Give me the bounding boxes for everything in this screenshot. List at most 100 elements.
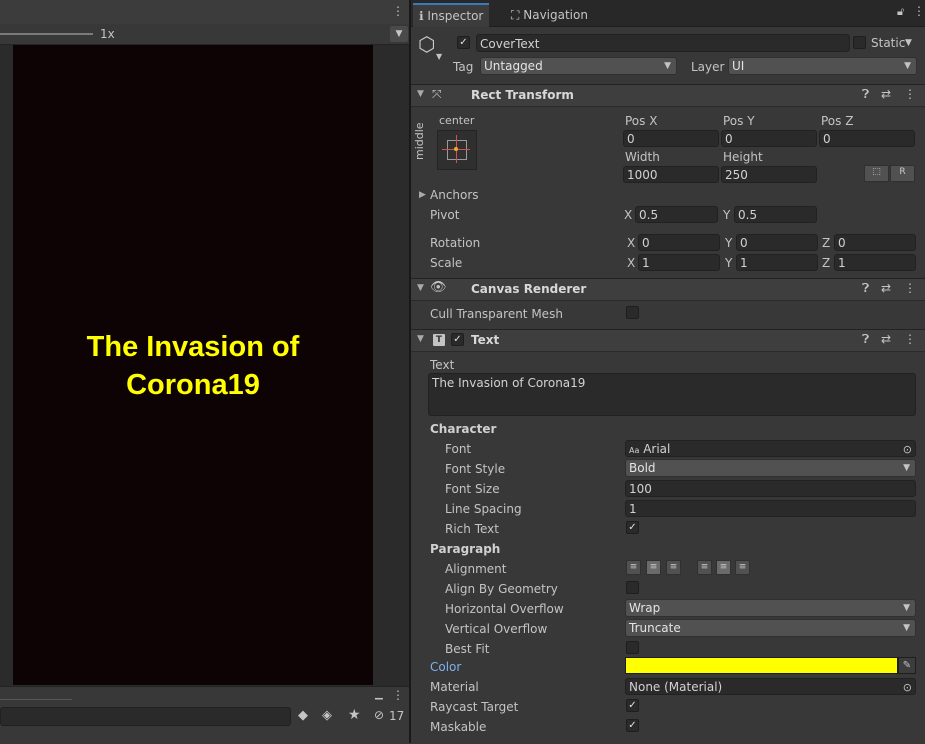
star-icon[interactable]: ★ xyxy=(348,707,361,723)
rotation-label: Rotation xyxy=(430,236,481,250)
pivot-y-axis-label: Y xyxy=(723,208,731,222)
scale-y-field[interactable]: 1 xyxy=(736,254,818,271)
help-icon[interactable]: ❓︎ xyxy=(862,281,869,296)
align-middle-button[interactable]: ≡ xyxy=(716,560,731,575)
font-field[interactable]: Aa Arial ⊙ xyxy=(625,440,916,457)
line-spacing-label: Line Spacing xyxy=(445,502,522,516)
scale-z-field[interactable]: 1 xyxy=(834,254,916,271)
maskable-checkbox[interactable]: ✓ xyxy=(626,719,639,732)
scale-x-field[interactable]: 1 xyxy=(638,254,720,271)
text-content-area[interactable]: The Invasion of Corona19 xyxy=(428,373,916,416)
anchors-label[interactable]: Anchors xyxy=(430,188,479,202)
tag-dropdown[interactable]: Untagged ▼ xyxy=(480,57,677,75)
text-component-header[interactable]: ▼ T ✓ Text ❓︎ ⇄ ⋮ xyxy=(411,329,925,352)
presets-icon[interactable]: ⇄ xyxy=(881,332,891,346)
label-icon[interactable]: ◈ xyxy=(322,708,332,723)
rotation-z-field[interactable]: 0 xyxy=(834,234,916,251)
rect-transform-icon: ⤧ xyxy=(432,87,442,101)
blueprint-mode-button[interactable]: ⬚ xyxy=(864,165,889,182)
width-field[interactable]: 1000 xyxy=(623,166,719,183)
search-input[interactable] xyxy=(0,707,291,726)
align-center-button[interactable]: ≡ xyxy=(646,560,661,575)
rotation-y-field[interactable]: 0 xyxy=(736,234,818,251)
foldout-arrow-icon[interactable]: ▼ xyxy=(417,283,424,293)
component-menu-icon[interactable]: ⋮ xyxy=(904,281,916,295)
line-spacing-field[interactable]: 1 xyxy=(625,500,916,517)
raw-edit-button[interactable]: R xyxy=(890,165,915,182)
rich-text-label: Rich Text xyxy=(445,522,499,536)
horizontal-overflow-label: Horizontal Overflow xyxy=(445,602,564,616)
foldout-arrow-icon[interactable]: ▼ xyxy=(417,334,424,344)
component-menu-icon[interactable]: ⋮ xyxy=(904,87,916,101)
chevron-down-icon: ▼ xyxy=(664,61,671,71)
help-icon[interactable]: ❓︎ xyxy=(862,87,869,102)
align-top-button[interactable]: ≡ xyxy=(697,560,712,575)
pos-y-field[interactable]: 0 xyxy=(721,130,817,147)
height-field[interactable]: 250 xyxy=(721,166,817,183)
chevron-down-icon: ▼ xyxy=(903,603,910,613)
tab-navigation[interactable]: ⛶ Navigation xyxy=(505,4,594,26)
info-icon: ℹ xyxy=(419,9,424,23)
scene-filter-icon[interactable]: ◆ xyxy=(298,708,308,723)
align-geometry-checkbox[interactable] xyxy=(626,581,639,594)
object-picker-icon[interactable]: ⊙ xyxy=(903,441,912,456)
anchors-foldout-icon[interactable]: ▶ xyxy=(419,190,426,200)
more-options-icon[interactable]: ⋮ xyxy=(913,4,925,18)
layer-dropdown[interactable]: UI ▼ xyxy=(728,57,917,75)
presets-icon[interactable]: ⇄ xyxy=(881,281,891,295)
raycast-target-label: Raycast Target xyxy=(430,700,519,714)
material-field[interactable]: None (Material) ⊙ xyxy=(625,678,916,695)
layer-value: UI xyxy=(732,59,745,73)
rich-text-checkbox[interactable]: ✓ xyxy=(626,521,639,534)
eyedropper-icon[interactable]: ✎ xyxy=(898,657,916,674)
navigation-icon: ⛶ xyxy=(511,8,520,22)
align-right-button[interactable]: ≡ xyxy=(666,560,681,575)
pos-x-label: Pos X xyxy=(625,114,658,128)
object-name-input[interactable]: CoverText xyxy=(476,34,850,52)
raycast-target-checkbox[interactable]: ✓ xyxy=(626,699,639,712)
static-dropdown-arrow[interactable]: ▼ xyxy=(905,38,912,48)
static-checkbox[interactable] xyxy=(853,36,866,49)
pos-x-field[interactable]: 0 xyxy=(623,130,719,147)
zoom-bar: 1x ▼ xyxy=(0,24,409,45)
foldout-arrow-icon[interactable]: ▼ xyxy=(417,89,424,99)
align-bottom-button[interactable]: ≡ xyxy=(735,560,750,575)
tab-inspector[interactable]: ℹ Inspector xyxy=(413,3,490,27)
presets-icon[interactable]: ⇄ xyxy=(881,87,891,101)
pivot-x-field[interactable]: 0.5 xyxy=(635,206,718,223)
font-style-dropdown[interactable]: Bold ▼ xyxy=(625,459,916,477)
pos-z-field[interactable]: 0 xyxy=(819,130,915,147)
hidden-eye-icon[interactable]: ⊘ xyxy=(374,708,384,722)
active-checkbox[interactable]: ✓ xyxy=(457,36,470,49)
rotation-x-field[interactable]: 0 xyxy=(638,234,720,251)
text-enabled-checkbox[interactable]: ✓ xyxy=(451,333,464,346)
lock-icon[interactable]: 🔓︎ xyxy=(897,5,904,19)
font-size-label: Font Size xyxy=(445,482,500,496)
inspector-tab-bar: ℹ Inspector ⛶ Navigation 🔓︎ ⋮ xyxy=(411,0,925,27)
anchor-presets-button[interactable] xyxy=(437,130,477,170)
vertical-overflow-dropdown[interactable]: Truncate ▼ xyxy=(625,619,916,637)
tag-label: Tag xyxy=(453,60,474,74)
tab-inspector-label: Inspector xyxy=(427,9,484,23)
minimize-icon[interactable]: ▁ xyxy=(375,689,383,700)
zoom-slider[interactable] xyxy=(0,33,93,35)
color-swatch[interactable] xyxy=(625,657,898,674)
component-menu-icon[interactable]: ⋮ xyxy=(904,332,916,346)
best-fit-checkbox[interactable] xyxy=(626,641,639,654)
cull-mesh-checkbox[interactable] xyxy=(626,306,639,319)
align-left-button[interactable]: ≡ xyxy=(626,560,641,575)
horizontal-overflow-dropdown[interactable]: Wrap ▼ xyxy=(625,599,916,617)
game-view-toolbar: ⋮ xyxy=(0,0,409,25)
font-size-field[interactable]: 100 xyxy=(625,480,916,497)
rect-transform-header[interactable]: ▼ ⤧ Rect Transform ❓︎ ⇄ ⋮ xyxy=(411,84,925,107)
object-picker-icon[interactable]: ⊙ xyxy=(903,679,912,694)
zoom-dropdown[interactable]: ▼ xyxy=(390,26,408,42)
help-icon[interactable]: ❓︎ xyxy=(862,332,869,347)
canvas-renderer-header[interactable]: ▼ 👁︎ Canvas Renderer ❓︎ ⇄ ⋮ xyxy=(411,278,925,301)
pivot-y-field[interactable]: 0.5 xyxy=(734,206,817,223)
eye-icon: 👁︎ xyxy=(430,280,447,295)
icon-dropdown-arrow[interactable]: ▼ xyxy=(436,52,442,61)
font-value: Arial xyxy=(643,442,671,456)
more-options-icon[interactable]: ⋮ xyxy=(392,4,404,18)
more-options-icon[interactable]: ⋮ xyxy=(392,688,404,702)
